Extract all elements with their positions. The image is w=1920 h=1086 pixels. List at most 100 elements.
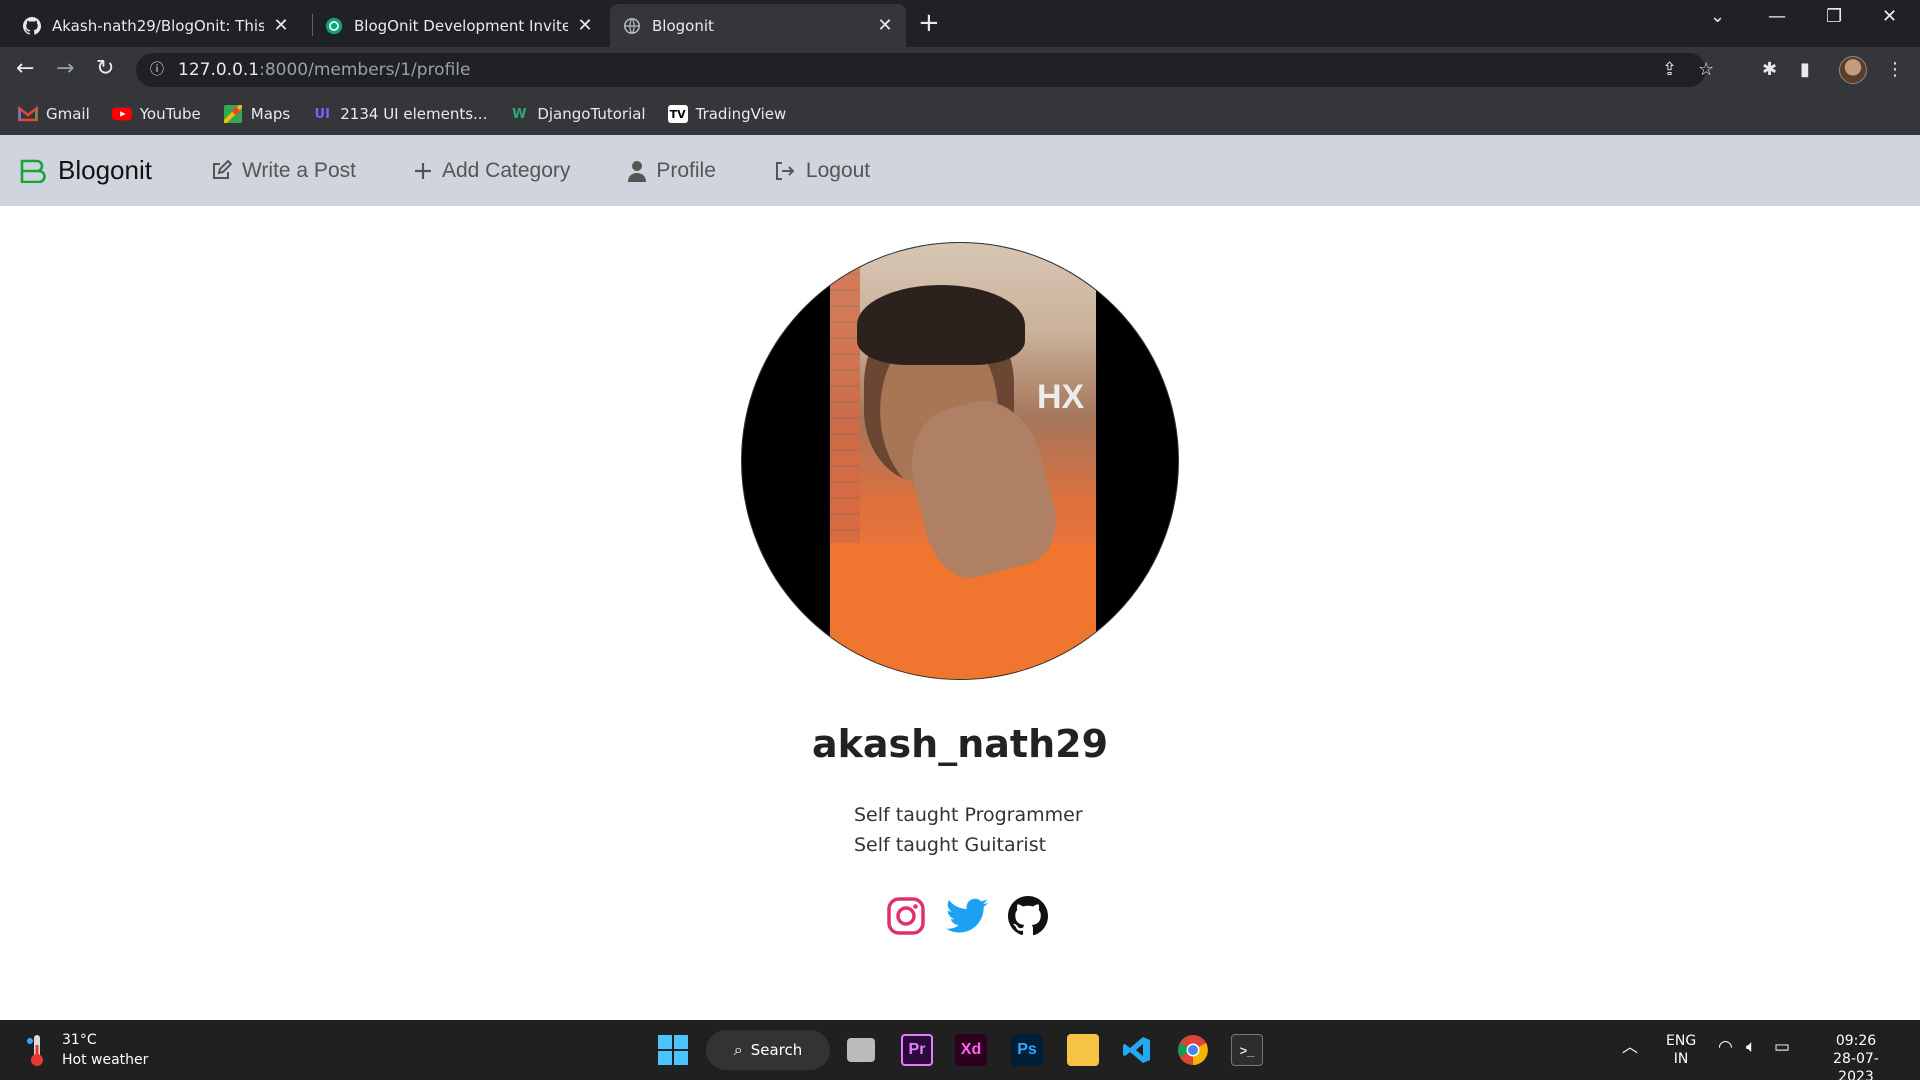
site-info-icon[interactable]: ⓘ: [150, 53, 168, 87]
nav-label: Logout: [805, 158, 871, 182]
close-icon[interactable]: ✕: [576, 15, 594, 36]
tab-chatgpt[interactable]: BlogOnit Development Invites Co ✕: [312, 4, 606, 47]
volume-icon[interactable]: 🔈︎: [1746, 1038, 1756, 1056]
restore-icon[interactable]: ❐: [1826, 6, 1842, 27]
taskbar-search[interactable]: ⌕ Search: [706, 1030, 830, 1070]
clock-time: 09:26: [1835, 1033, 1877, 1049]
bookmark-gmail[interactable]: Gmail: [18, 105, 90, 123]
photoshop-icon[interactable]: Ps: [1011, 1034, 1043, 1066]
user-icon: [628, 160, 647, 182]
menu-icon[interactable]: ⋮: [1886, 59, 1904, 80]
maps-icon: [223, 105, 243, 123]
premiere-pro-icon[interactable]: Pr: [901, 1034, 933, 1066]
bio-line: Self taught Guitarist: [854, 834, 1047, 856]
input-language[interactable]: ENG IN: [1666, 1032, 1696, 1068]
side-panel-icon[interactable]: ▮: [1800, 59, 1810, 80]
youtube-icon: [111, 105, 132, 123]
gmail-icon: [18, 105, 38, 123]
bookmark-label: Maps: [250, 105, 291, 123]
twitter-icon[interactable]: [946, 898, 988, 934]
weather-description: Hot weather: [62, 1052, 149, 1068]
close-icon[interactable]: ✕: [272, 15, 290, 36]
globe-icon: [622, 16, 642, 36]
profile-photo: HX: [741, 242, 1179, 680]
share-icon[interactable]: ⇪: [1662, 53, 1677, 87]
reload-icon[interactable]: ↻: [96, 56, 114, 81]
url-path: :8000/members/1/profile: [259, 60, 471, 80]
search-label: Search: [750, 1041, 803, 1059]
nav-profile[interactable]: Profile: [628, 159, 716, 183]
bookmark-youtube[interactable]: YouTube: [111, 105, 201, 123]
photo-sign-text: HX: [1037, 378, 1085, 416]
terminal-icon[interactable]: >_: [1231, 1034, 1263, 1066]
brand-logo-icon: [20, 159, 46, 183]
extensions-icon[interactable]: ✱: [1762, 59, 1777, 80]
tab-title: Akash-nath29/BlogOnit: This is an: [52, 16, 264, 35]
tab-strip: Akash-nath29/BlogOnit: This is an ✕ Blog…: [0, 0, 1920, 47]
tab-search-icon[interactable]: ⌄: [1710, 6, 1725, 27]
browser-toolbar: ← → ↻ ⓘ 127.0.0.1:8000/members/1/profile…: [0, 47, 1920, 93]
battery-icon[interactable]: ▭: [1774, 1038, 1790, 1056]
file-explorer-icon[interactable]: [1067, 1034, 1099, 1066]
browser-chrome: Akash-nath29/BlogOnit: This is an ✕ Blog…: [0, 0, 1920, 135]
nav-label: Write a Post: [241, 158, 356, 182]
address-bar[interactable]: ⓘ 127.0.0.1:8000/members/1/profile ⇪ ☆: [136, 53, 1714, 87]
instagram-icon[interactable]: [886, 896, 926, 936]
minimize-icon[interactable]: —: [1768, 6, 1786, 27]
bio-line: Self taught Programmer: [854, 804, 1083, 826]
tab-github[interactable]: Akash-nath29/BlogOnit: This is an ✕: [10, 4, 302, 47]
tab-title: Blogonit: [652, 16, 714, 35]
plus-icon: [414, 162, 431, 179]
adobe-xd-icon[interactable]: Xd: [955, 1034, 987, 1066]
logout-icon: [775, 161, 795, 180]
tab-blogonit[interactable]: Blogonit ✕: [610, 4, 906, 47]
bookmark-star-icon[interactable]: ☆: [1698, 53, 1714, 87]
bookmarks-bar: Gmail YouTube Maps UI 2134 UI elements..…: [0, 93, 1920, 135]
system-clock[interactable]: 09:26 28-07-2023: [1816, 1032, 1896, 1086]
profile-section: HX akash_nath29 Self taught Programmer S…: [0, 206, 1920, 1020]
forward-icon[interactable]: →: [56, 56, 74, 81]
tradingview-icon: TV: [667, 105, 688, 123]
nav-write-post[interactable]: Write a Post: [210, 159, 356, 183]
photo-hair: [857, 285, 1025, 365]
task-view-icon[interactable]: [847, 1038, 875, 1062]
bookmark-uiverse[interactable]: UI 2134 UI elements...: [312, 105, 488, 123]
bookmark-label: TradingView: [695, 105, 787, 123]
new-tab-icon[interactable]: +: [918, 8, 940, 38]
back-icon[interactable]: ←: [16, 56, 34, 81]
bookmark-maps[interactable]: Maps: [223, 105, 290, 123]
bookmark-label: DjangoTutorial: [537, 105, 646, 123]
tab-title: BlogOnit Development Invites Co: [354, 16, 568, 35]
bookmark-tradingview[interactable]: TV TradingView: [667, 105, 787, 123]
nav-add-category[interactable]: Add Category: [414, 159, 570, 183]
django-icon: W: [512, 106, 527, 122]
wifi-icon[interactable]: ◠: [1718, 1038, 1733, 1056]
thermometer-icon: [27, 1035, 43, 1066]
bookmark-label: Gmail: [46, 105, 90, 123]
chrome-icon[interactable]: [1177, 1034, 1209, 1066]
bookmark-label: YouTube: [139, 105, 201, 123]
github-icon: [22, 16, 42, 36]
vscode-icon[interactable]: [1121, 1034, 1153, 1066]
url-host: 127.0.0.1: [178, 60, 260, 80]
profile-username: akash_nath29: [811, 722, 1109, 766]
weather-widget[interactable]: 31°C Hot weather: [26, 1030, 148, 1070]
chatgpt-icon: [324, 16, 344, 36]
region-code: IN: [1673, 1051, 1689, 1067]
bookmark-django[interactable]: W DjangoTutorial: [509, 105, 645, 123]
windows-start-icon[interactable]: [657, 1034, 689, 1066]
brand-link[interactable]: Blogonit: [20, 155, 152, 186]
nav-label: Add Category: [441, 158, 571, 182]
bookmark-label: 2134 UI elements...: [340, 105, 488, 123]
close-window-icon[interactable]: ✕: [1882, 6, 1897, 27]
browser-profile-avatar[interactable]: [1839, 56, 1867, 84]
close-icon[interactable]: ✕: [876, 15, 894, 36]
edit-icon: [212, 159, 232, 179]
github-icon[interactable]: [1008, 896, 1048, 936]
search-icon: ⌕: [733, 1040, 743, 1059]
nav-label: Profile: [656, 158, 716, 182]
windows-taskbar: 31°C Hot weather ⌕ Search Pr Xd Ps >_ ︿ …: [0, 1020, 1920, 1085]
nav-logout[interactable]: Logout: [774, 159, 870, 183]
profile-bio: Self taught Programmer Self taught Guita…: [854, 800, 1083, 860]
show-hidden-icons[interactable]: ︿: [1622, 1038, 1638, 1056]
